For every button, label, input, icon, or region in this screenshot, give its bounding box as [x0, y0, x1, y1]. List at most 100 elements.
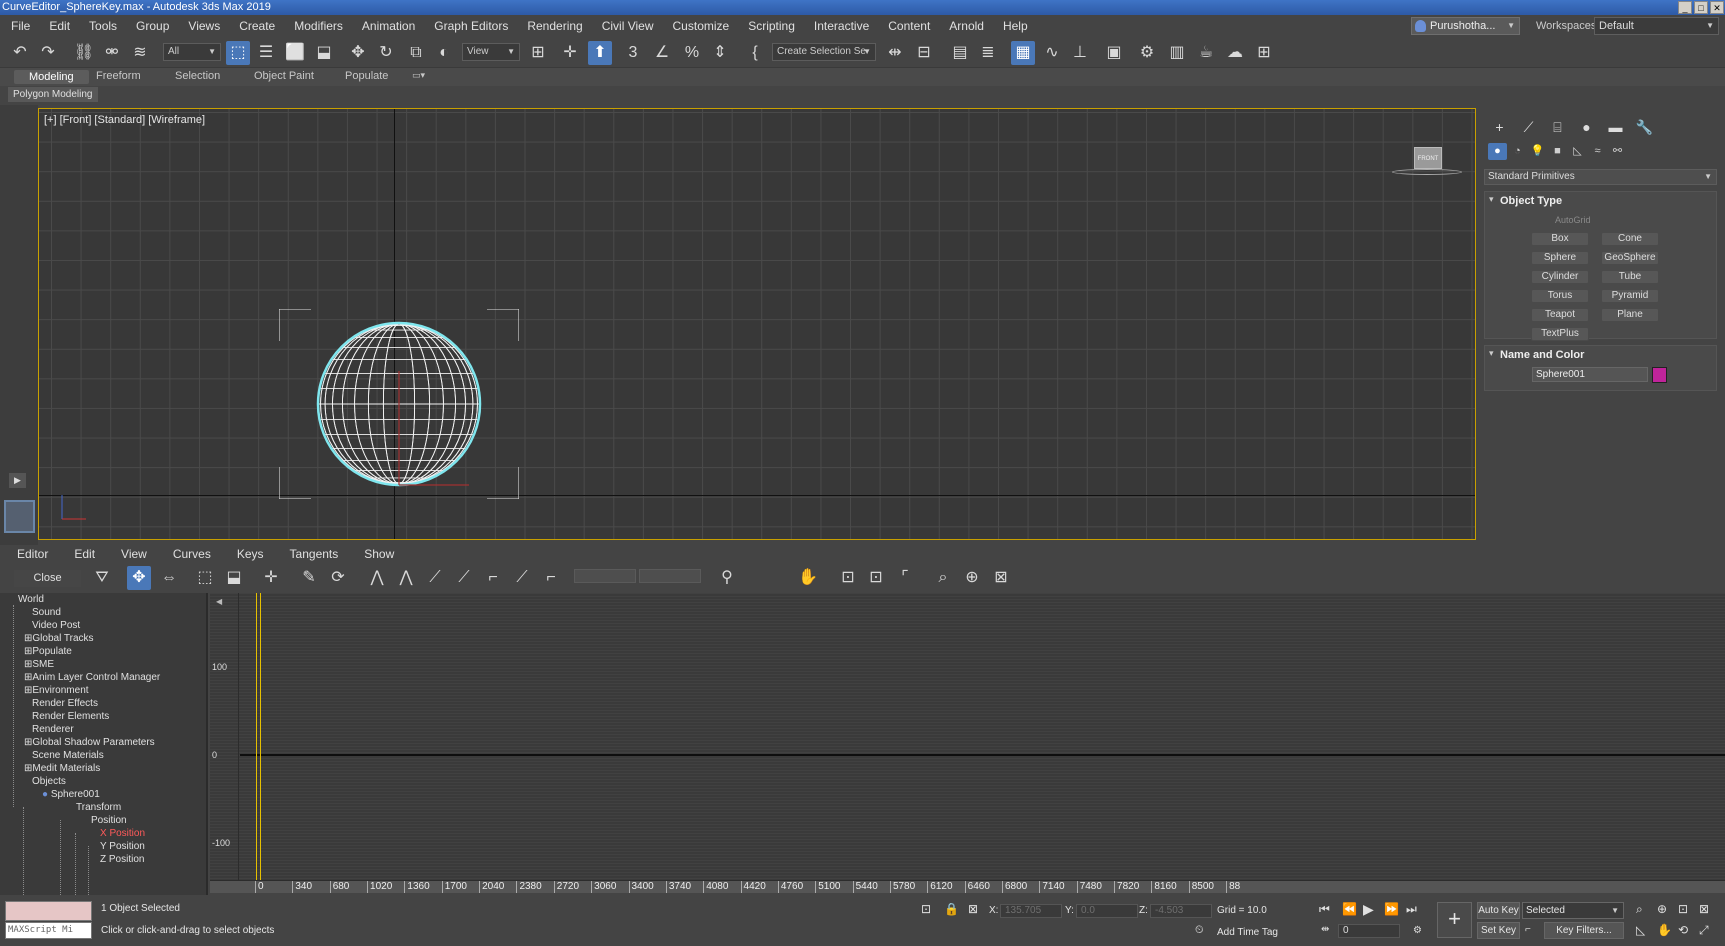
- zoom-extents-all-icon[interactable]: ⊠: [1699, 902, 1709, 916]
- tree-item-position[interactable]: Position: [91, 815, 127, 826]
- tree-item-render-elements[interactable]: Render Elements: [32, 711, 109, 722]
- menu-create[interactable]: Create: [228, 19, 283, 33]
- menu-help[interactable]: Help: [992, 19, 1036, 33]
- helpers-icon[interactable]: ◺: [1568, 143, 1587, 160]
- ce-menu-keys[interactable]: Keys: [220, 547, 273, 561]
- tree-item-global-shadow-parameters[interactable]: ⊞Global Shadow Parameters: [24, 737, 155, 748]
- region-select-icon[interactable]: ⬜: [283, 41, 307, 65]
- textplus-button[interactable]: TextPlus: [1531, 327, 1589, 341]
- name-and-color-title[interactable]: Name and Color: [1485, 346, 1716, 363]
- zoom-region-icon[interactable]: ⊕: [960, 566, 984, 590]
- front-viewport[interactable]: [+] [Front] [Standard] [Wireframe] FRONT: [38, 108, 1476, 540]
- maximize-viewport-icon[interactable]: ⤢: [1699, 923, 1709, 938]
- time-configuration-icon[interactable]: ⚙: [1413, 925, 1422, 936]
- menu-views[interactable]: Views: [177, 19, 228, 33]
- align-icon[interactable]: ⊟: [912, 41, 936, 65]
- frame-ruler[interactable]: 0 340 680 1020 1360 1700 2040 2380 2720 3060 3400 3…: [210, 880, 1725, 893]
- move-icon[interactable]: ✥: [346, 41, 370, 65]
- viewport-label[interactable]: [+] [Front] [Standard] [Wireframe]: [44, 114, 205, 126]
- viewcube-compass-ring[interactable]: [1392, 169, 1462, 175]
- auto-key-button[interactable]: Auto Key: [1477, 902, 1520, 919]
- schematic-view-icon[interactable]: ⊥: [1068, 41, 1092, 65]
- time-slider-marker[interactable]: [256, 593, 257, 880]
- render-production-icon[interactable]: ☕: [1194, 41, 1218, 65]
- current-frame-field[interactable]: 0: [1338, 924, 1400, 938]
- object-name-field[interactable]: Sphere001: [1532, 367, 1648, 382]
- tree-item-transform[interactable]: Transform: [76, 802, 121, 813]
- ribbon-tab-object-paint[interactable]: Object Paint: [254, 70, 314, 82]
- named-selection-dropdown[interactable]: Create Selection Se ▼: [772, 43, 876, 61]
- tree-item-sound[interactable]: Sound: [32, 607, 61, 618]
- torus-button[interactable]: Torus: [1531, 289, 1589, 303]
- unlink-icon[interactable]: ⚮: [100, 41, 124, 65]
- tree-item-z-position[interactable]: Z Position: [100, 854, 144, 865]
- box-button[interactable]: Box: [1531, 232, 1589, 246]
- tangent-slow-icon[interactable]: ⟋: [452, 566, 476, 590]
- utilities-tab-icon[interactable]: 🔧: [1630, 117, 1659, 137]
- geosphere-button[interactable]: GeoSphere: [1601, 251, 1659, 265]
- absolute-mode-icon[interactable]: ⊠: [968, 902, 978, 916]
- tree-item-x-position[interactable]: X Position: [100, 828, 145, 839]
- shapes-icon[interactable]: ◔: [1508, 143, 1527, 160]
- next-frame-icon[interactable]: ⏩: [1384, 902, 1399, 916]
- tree-item-sphere001[interactable]: ● Sphere001: [42, 789, 100, 800]
- set-key-button[interactable]: Set Key: [1477, 922, 1520, 939]
- placement-icon[interactable]: ◐: [432, 41, 456, 65]
- rendered-frame-window-icon[interactable]: ▥: [1165, 41, 1189, 65]
- menu-modifiers[interactable]: Modifiers: [283, 19, 351, 33]
- menu-tools[interactable]: Tools: [78, 19, 125, 33]
- bind-space-warp-icon[interactable]: ≋: [128, 41, 152, 65]
- isolate-curve-icon[interactable]: ⊠: [989, 566, 1013, 590]
- menu-scripting[interactable]: Scripting: [737, 19, 803, 33]
- percent-snap-icon[interactable]: %: [680, 41, 704, 65]
- object-type-title[interactable]: Object Type: [1485, 192, 1716, 209]
- tangent-spline-icon[interactable]: ⋀: [394, 566, 418, 590]
- select-object-icon[interactable]: ⬚: [226, 41, 250, 65]
- maxscript-listener-output[interactable]: [5, 901, 92, 921]
- redo-icon[interactable]: ↷: [36, 41, 60, 65]
- value-field[interactable]: [639, 569, 701, 583]
- close-window-button[interactable]: ✕: [1710, 1, 1724, 14]
- filter-icon[interactable]: ⛛: [90, 566, 114, 590]
- curve-editor-close-button[interactable]: Close: [14, 570, 81, 587]
- mirror-icon[interactable]: ⇹: [883, 41, 907, 65]
- key-mode-toggle-icon[interactable]: ⇹: [1321, 924, 1329, 935]
- ce-menu-curves[interactable]: Curves: [156, 547, 220, 561]
- zoom-all-icon[interactable]: ⊕: [1657, 902, 1667, 916]
- rotate-icon[interactable]: ↻: [374, 41, 398, 65]
- sphere-button[interactable]: Sphere: [1531, 251, 1589, 265]
- frame-value-icon[interactable]: ⊡: [864, 566, 888, 590]
- render-setup-icon[interactable]: ⚙: [1135, 41, 1159, 65]
- menu-file[interactable]: File: [0, 19, 38, 33]
- goto-start-icon[interactable]: ⏮: [1319, 902, 1330, 917]
- scale-icon[interactable]: ⧉: [404, 41, 428, 65]
- curve-graph-area[interactable]: ◀ 100 0 -100: [210, 593, 1725, 880]
- key-filter-dropdown[interactable]: Selected ▼: [1522, 902, 1624, 919]
- object-color-swatch[interactable]: [1652, 367, 1667, 383]
- selection-filter-dropdown[interactable]: All ▼: [163, 43, 221, 61]
- maximize-button[interactable]: □: [1694, 1, 1708, 14]
- play-icon[interactable]: ▶: [1363, 901, 1374, 918]
- pyramid-button[interactable]: Pyramid: [1601, 289, 1659, 303]
- lock-selection-icon[interactable]: 🔒: [944, 902, 959, 916]
- ribbon-tab-populate[interactable]: Populate: [345, 70, 388, 82]
- render-in-cloud-icon[interactable]: ☁: [1223, 41, 1247, 65]
- ce-menu-editor[interactable]: Editor: [0, 547, 57, 561]
- tree-item-renderer[interactable]: Renderer: [32, 724, 74, 735]
- edit-named-selection-icon[interactable]: {: [743, 41, 767, 65]
- show-tangents-icon[interactable]: ⚲: [715, 566, 739, 590]
- space-warps-icon[interactable]: ≈: [1588, 143, 1607, 160]
- scale-keys-icon[interactable]: ⬚: [193, 566, 217, 590]
- motion-tab-icon[interactable]: ●: [1572, 117, 1601, 137]
- frame-horizontal-icon[interactable]: ⊡: [836, 566, 860, 590]
- create-tab-icon[interactable]: +: [1485, 117, 1514, 137]
- primitive-category-dropdown[interactable]: Standard Primitives ▼: [1484, 169, 1717, 185]
- pivot-center-icon[interactable]: ⊞: [526, 41, 550, 65]
- snaps-toggle-icon[interactable]: 3: [621, 41, 645, 65]
- systems-icon[interactable]: ⚯: [1608, 143, 1627, 160]
- tree-item-render-effects[interactable]: Render Effects: [32, 698, 98, 709]
- tree-item-objects[interactable]: Objects: [32, 776, 66, 787]
- tube-button[interactable]: Tube: [1601, 270, 1659, 284]
- menu-rendering[interactable]: Rendering: [516, 19, 590, 33]
- reduce-keys-icon[interactable]: ⟳: [326, 566, 350, 590]
